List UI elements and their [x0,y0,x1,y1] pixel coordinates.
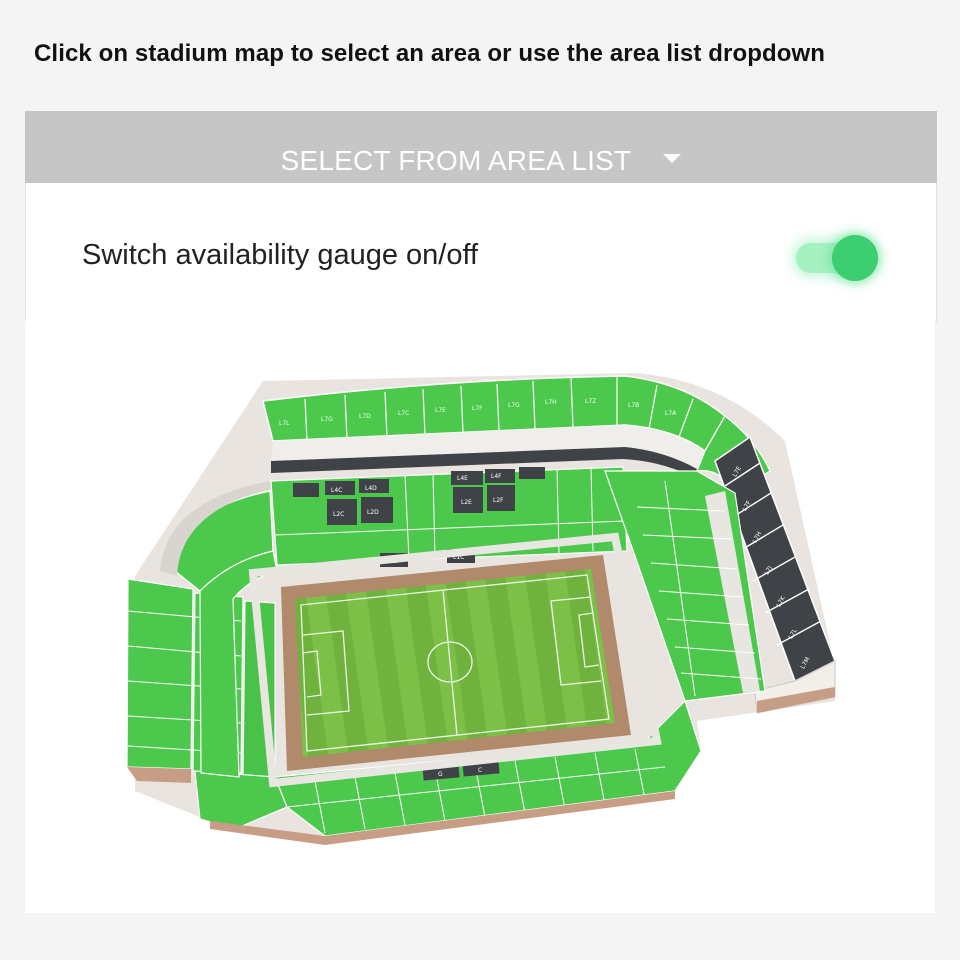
stadium-map-panel: L7L L7G L7D L7C L7E L7F L7G L7H L7Z L7B … [25,321,935,913]
section-label: L7F [472,405,483,412]
availability-gauge-label: Switch availability gauge on/off [82,239,479,271]
section-label: L7G [321,416,333,423]
section-label: L7G [508,402,520,409]
availability-gauge-panel: Switch availability gauge on/off [25,183,937,322]
page-instruction: Click on stadium map to select an area o… [34,40,826,67]
section-label: L2E [461,499,472,506]
section-label: L7Z [585,398,596,405]
box-L4B[interactable] [293,483,319,497]
area-list-dropdown-label: SELECT FROM AREA LIST [25,145,937,177]
availability-gauge-toggle[interactable] [796,235,880,281]
section-label: L4C [331,487,342,494]
section-label: C [478,767,482,774]
section-label: L4F [491,473,502,480]
section-label: L4D [365,485,377,492]
section-label: L2C [333,511,344,518]
section-label: L7B [628,402,639,409]
section-label: L4E [457,475,468,482]
section-label: G [438,771,443,778]
toggle-knob [832,235,878,281]
section-label: L7E [435,407,446,414]
area-list-dropdown[interactable]: SELECT FROM AREA LIST [25,111,937,183]
section-label: L2D [367,509,379,516]
area-list-dropdown-text: SELECT FROM AREA LIST [280,145,632,176]
section-label: L7A [665,410,677,417]
section-label: L2F [493,497,504,504]
caret-down-icon [663,154,682,164]
section-label: L7H [545,399,557,406]
stadium-map[interactable]: L7L L7G L7D L7C L7E L7F L7G L7H L7Z L7B … [25,321,935,913]
section-label: L7C [398,410,409,417]
section-label: L7D [359,413,371,420]
west-stand-outer[interactable] [126,578,194,770]
section-label: L7L [279,420,290,427]
box-L4G[interactable] [519,467,545,479]
